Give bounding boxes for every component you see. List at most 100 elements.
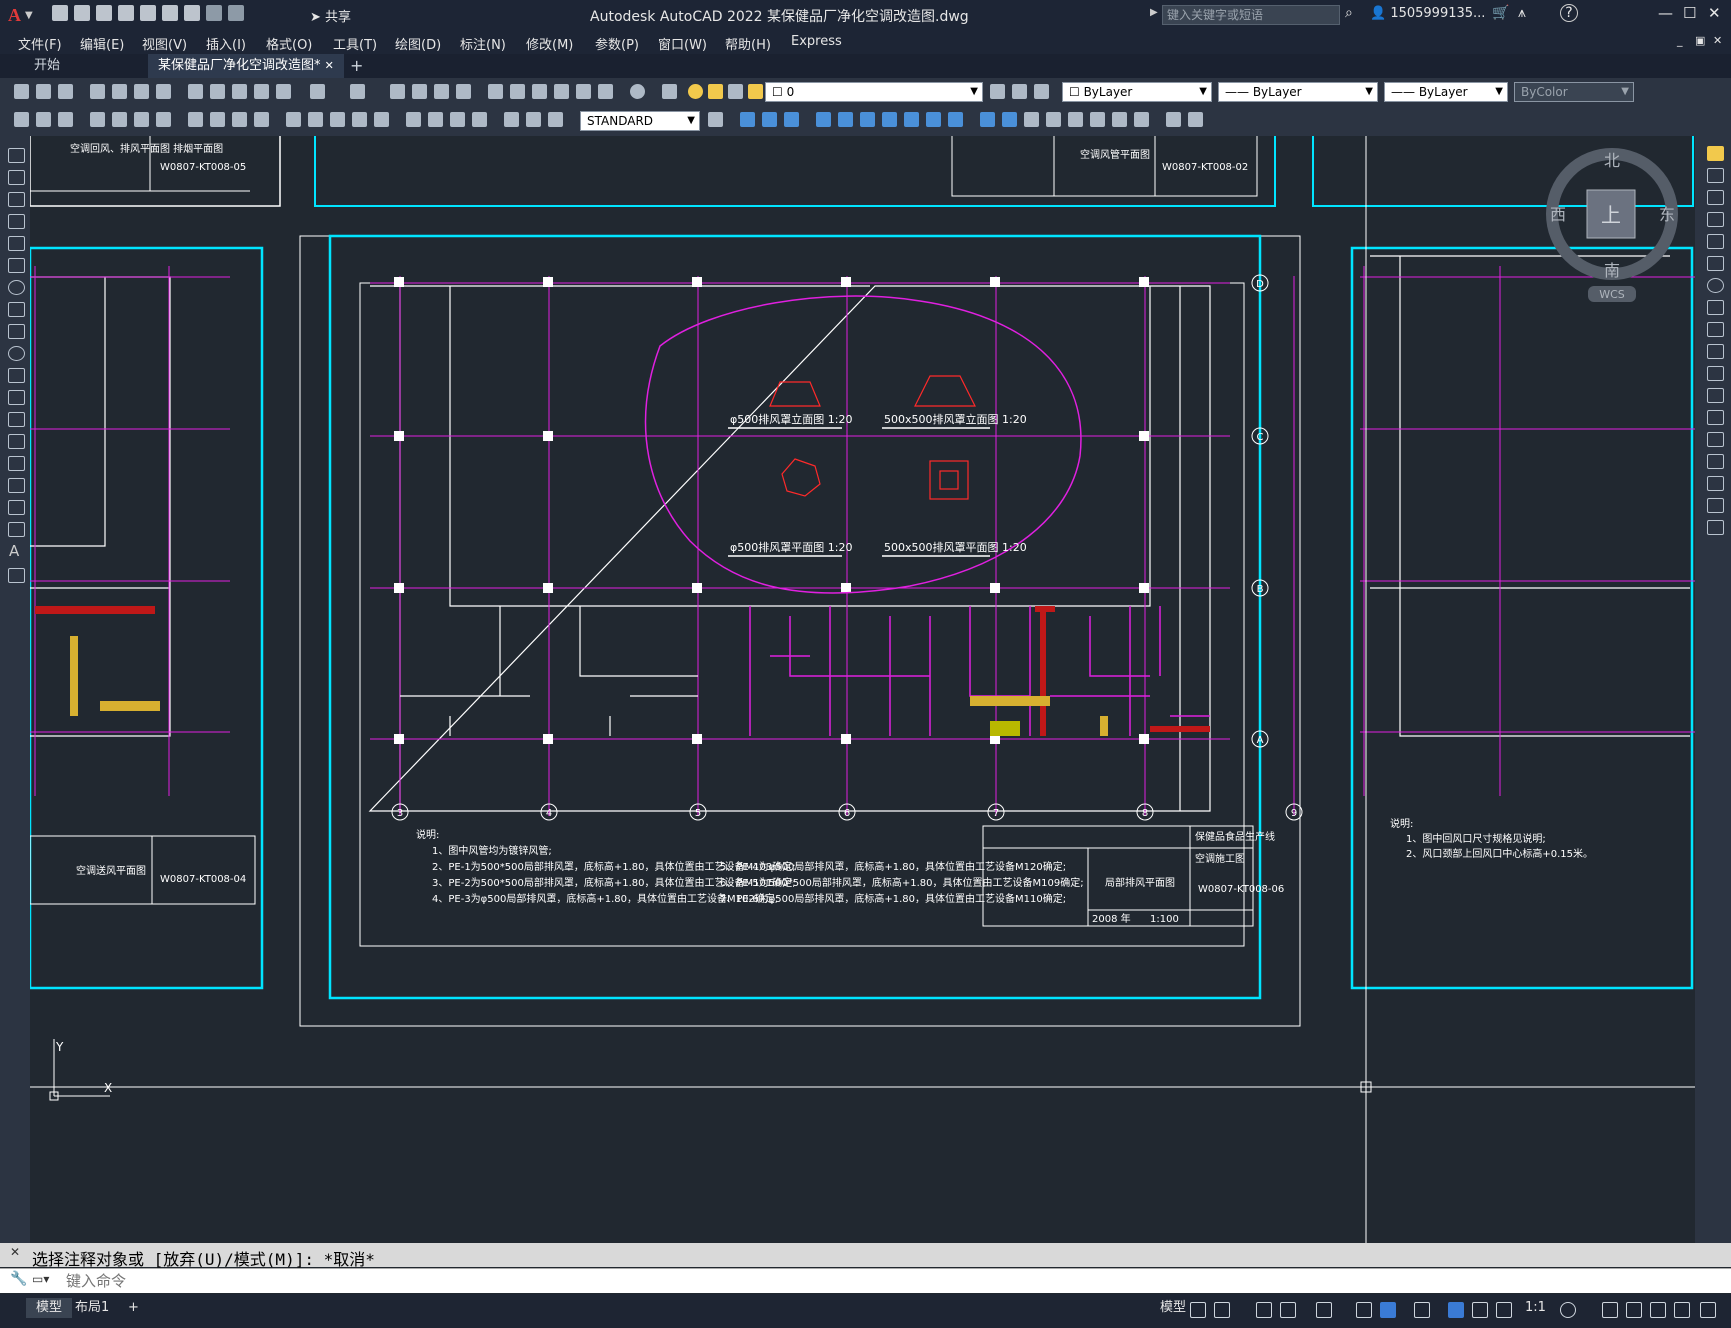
- add-layout-button[interactable]: +: [118, 1298, 149, 1318]
- tab-close-icon[interactable]: ✕: [325, 59, 334, 72]
- polygon-icon[interactable]: [8, 214, 25, 229]
- match-properties-icon[interactable]: [254, 84, 269, 99]
- help-icon[interactable]: ?: [1560, 4, 1578, 22]
- dimstyle-dropdown[interactable]: STANDARD ▼: [580, 111, 700, 131]
- chamfer-icon[interactable]: [1707, 454, 1724, 469]
- add-selected-icon[interactable]: [8, 568, 25, 583]
- layer-state-icon[interactable]: [1034, 84, 1049, 99]
- menu-modify[interactable]: 修改(M): [526, 34, 573, 53]
- undo-icon[interactable]: [206, 5, 222, 21]
- tab-drawing[interactable]: 某保健品厂净化空调改造图* ✕: [148, 54, 344, 78]
- tolerance-icon[interactable]: [406, 112, 421, 127]
- save-as-icon[interactable]: [118, 5, 134, 21]
- rotate-icon[interactable]: [1707, 278, 1724, 293]
- viewcube-east[interactable]: 东: [1659, 205, 1675, 224]
- dim-edit-icon[interactable]: [504, 112, 519, 127]
- quick-properties-icon[interactable]: [1650, 1302, 1666, 1318]
- center-mark-icon[interactable]: [428, 112, 443, 127]
- block-editor-icon[interactable]: [276, 84, 291, 99]
- view-left-icon[interactable]: [1024, 112, 1039, 127]
- table-icon[interactable]: [8, 522, 25, 537]
- print-preview-icon[interactable]: [112, 84, 127, 99]
- lineweight-dropdown[interactable]: —— ByLayer ▼: [1384, 82, 1508, 102]
- jogged-linear-icon[interactable]: [472, 112, 487, 127]
- dim-update-icon[interactable]: [548, 112, 563, 127]
- aligned-dim-icon[interactable]: [112, 112, 127, 127]
- camera-icon[interactable]: [1188, 112, 1203, 127]
- snap-icon[interactable]: [1214, 1302, 1230, 1318]
- baseline-dim-icon[interactable]: [308, 112, 323, 127]
- join-icon[interactable]: [1707, 432, 1724, 447]
- save-web-icon[interactable]: [162, 5, 178, 21]
- menu-window[interactable]: 窗口(W): [658, 34, 707, 53]
- explode-icon[interactable]: [1707, 520, 1724, 535]
- zoom-previous-icon[interactable]: [456, 84, 471, 99]
- annotation-monitor-icon[interactable]: [1602, 1302, 1618, 1318]
- dim-style-icon[interactable]: [708, 112, 723, 127]
- open-icon[interactable]: [74, 5, 90, 21]
- undo-icon[interactable]: [310, 84, 325, 99]
- plot-icon[interactable]: [184, 5, 200, 21]
- arc-icon[interactable]: [8, 258, 25, 273]
- menu-file[interactable]: 文件(F): [18, 34, 62, 53]
- line-icon[interactable]: [8, 148, 25, 163]
- isodraft-icon[interactable]: [1316, 1302, 1332, 1318]
- view-iso-icon[interactable]: [1112, 112, 1127, 127]
- calculator-icon[interactable]: [598, 84, 613, 99]
- revision-cloud-icon[interactable]: [8, 302, 25, 317]
- view-right-icon[interactable]: [1046, 112, 1061, 127]
- app-menu-chevron-icon[interactable]: ▼: [25, 10, 33, 21]
- object-snap-icon[interactable]: [1380, 1302, 1396, 1318]
- object-snap-tracking-icon[interactable]: [1356, 1302, 1372, 1318]
- 3d-cylinder-icon[interactable]: [762, 112, 777, 127]
- annotation-scale-icon[interactable]: [1496, 1302, 1512, 1318]
- ortho-icon[interactable]: [1256, 1302, 1272, 1318]
- menu-edit[interactable]: 编辑(E): [80, 34, 124, 53]
- ucs-icon[interactable]: [816, 112, 831, 127]
- qnew-icon[interactable]: [14, 84, 29, 99]
- ucs-z-icon[interactable]: [926, 112, 941, 127]
- hatch-icon[interactable]: [8, 456, 25, 471]
- zoom-realtime-icon[interactable]: [412, 84, 427, 99]
- grid-icon[interactable]: [1190, 1302, 1206, 1318]
- menu-draw[interactable]: 绘图(D): [395, 34, 441, 53]
- scale-icon[interactable]: [1707, 300, 1724, 315]
- ucs-world-icon[interactable]: [838, 112, 853, 127]
- menu-parametric[interactable]: 参数(P): [595, 34, 639, 53]
- inspect-icon[interactable]: [450, 112, 465, 127]
- viewcube-west[interactable]: 西: [1550, 205, 1566, 224]
- tab-layout1[interactable]: 布局1: [65, 1298, 119, 1318]
- render-icon[interactable]: [36, 112, 51, 127]
- lineweight-icon[interactable]: [1414, 1302, 1430, 1318]
- menu-tools[interactable]: 工具(T): [333, 34, 377, 53]
- zoom-window-icon[interactable]: [434, 84, 449, 99]
- autocad-logo-icon[interactable]: A: [8, 5, 21, 26]
- ucs-view-icon[interactable]: [948, 112, 963, 127]
- point-icon[interactable]: [8, 434, 25, 449]
- layer-previous-icon[interactable]: [1012, 84, 1027, 99]
- polyline-icon[interactable]: [8, 192, 25, 207]
- 3d-union-icon[interactable]: [784, 112, 799, 127]
- gradient-icon[interactable]: [8, 478, 25, 493]
- redo-icon[interactable]: [228, 5, 244, 21]
- ucs-origin-icon[interactable]: [860, 112, 875, 127]
- mirror-icon[interactable]: [1707, 190, 1724, 205]
- tab-start[interactable]: 开始: [24, 54, 70, 78]
- stretch-icon[interactable]: [1707, 322, 1724, 337]
- tool-palettes-icon[interactable]: [532, 84, 547, 99]
- jogged-dim-icon[interactable]: [210, 112, 225, 127]
- help-icon[interactable]: [630, 84, 645, 99]
- menu-express[interactable]: Express: [791, 34, 842, 49]
- workspace-gear-icon[interactable]: [1560, 1302, 1576, 1318]
- circle-icon[interactable]: [8, 280, 25, 295]
- share-button[interactable]: ➤ 共享: [310, 6, 351, 25]
- view-back-icon[interactable]: [1090, 112, 1105, 127]
- new-icon[interactable]: [52, 5, 68, 21]
- paste-icon[interactable]: [232, 84, 247, 99]
- user-account[interactable]: 👤 1505999135...: [1370, 6, 1485, 21]
- make-current-layer-icon[interactable]: [990, 84, 1005, 99]
- extend-icon[interactable]: [1707, 366, 1724, 381]
- auto-scale-icon[interactable]: [1472, 1302, 1488, 1318]
- mtext-icon[interactable]: A: [9, 542, 19, 560]
- layer-freeze-sun-icon[interactable]: [708, 84, 723, 99]
